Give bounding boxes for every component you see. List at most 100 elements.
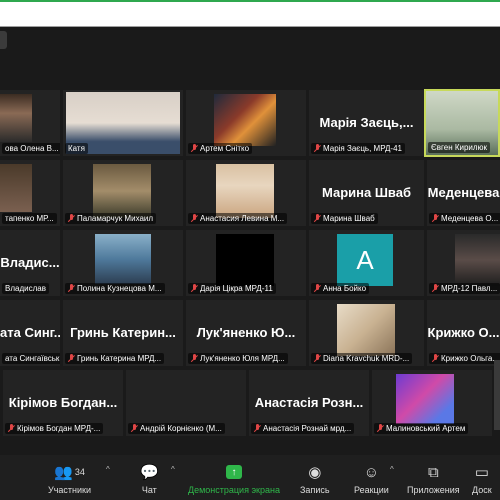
gallery-scrollbar[interactable]	[494, 360, 500, 430]
video-tile[interactable]: Андрій Корнієнко (М...	[126, 370, 246, 436]
participant-label: Євген Кирилюк	[428, 142, 491, 153]
participant-name-display: Кірімов Богдан...	[8, 394, 118, 410]
video-tile[interactable]: Полина Кузнецова М...	[63, 230, 183, 296]
participant-name-display: Марина Шваб	[322, 184, 411, 200]
mic-muted-icon	[8, 424, 15, 433]
participant-video	[396, 374, 454, 424]
participant-video	[214, 94, 276, 146]
participant-video	[337, 304, 395, 356]
video-tile[interactable]: Кірімов Богдан... Кірімов Богдан МРД-...	[3, 370, 123, 436]
whiteboard-button[interactable]: ▭ Доск	[472, 463, 492, 495]
avatar: A	[337, 234, 393, 286]
participant-label: Малиновський Артем	[374, 423, 469, 434]
mic-muted-icon	[432, 214, 439, 223]
meeting-toolbar: 👥 34 Участники ^ 💬 Чат ^ ↑ Демонстрация э…	[0, 455, 500, 500]
whiteboard-label: Доск	[472, 485, 492, 495]
record-label: Запись	[300, 485, 330, 495]
mic-muted-icon	[314, 214, 321, 223]
participant-label: Крижко Ольга...	[429, 353, 500, 364]
video-tile[interactable]: Дарія Цікра МРД-11	[186, 230, 306, 296]
video-tile[interactable]: Малиновський Артем	[372, 370, 492, 436]
top-accent-line	[0, 0, 500, 2]
participant-label: Марина Шваб	[311, 213, 378, 224]
participant-name-display: Анастасія Розн...	[254, 394, 364, 410]
video-tile[interactable]: Владис... Владислав	[0, 230, 60, 296]
sidebar-toggle[interactable]	[0, 31, 7, 49]
participant-label: Гринь Катерина МРД...	[65, 353, 165, 364]
participant-label: Паламарчук Михаил	[65, 213, 157, 224]
whiteboard-icon: ▭	[474, 464, 489, 481]
participant-name-display: Марія Заєць,...	[319, 114, 414, 130]
video-tile[interactable]: A Анна Бойко	[309, 230, 424, 296]
mic-muted-icon	[131, 424, 138, 433]
video-tile[interactable]: Артем Снітко	[186, 90, 306, 156]
apps-button[interactable]: ⧉ Приложения	[407, 463, 460, 496]
participant-label: ова Олена В...	[2, 143, 60, 154]
chat-label: Чат	[141, 485, 157, 495]
video-tile[interactable]: Катя	[63, 90, 183, 156]
participant-name-display: Крижко О...	[427, 324, 500, 340]
mic-muted-icon	[314, 144, 321, 153]
video-tile[interactable]: ата Синг... ата Сингаївськ...	[0, 300, 60, 366]
participant-label: Полина Кузнецова М...	[65, 283, 165, 294]
participants-icon: 👥	[54, 464, 73, 481]
mic-muted-icon	[68, 354, 75, 363]
participants-caret-icon[interactable]: ^	[106, 465, 110, 474]
participants-label: Участники	[48, 485, 91, 495]
share-screen-icon: ↑	[225, 465, 242, 479]
video-tile[interactable]: ова Олена В...	[0, 90, 60, 156]
participant-label: Катя	[65, 143, 88, 154]
participant-label: Марія Заєць, МРД-41	[311, 143, 405, 154]
participant-label: Дарія Цікра МРД-11	[188, 283, 276, 294]
video-tile[interactable]: Крижко О... Крижко Ольга...	[427, 300, 500, 366]
reactions-button[interactable]: ☺ Реакции	[354, 463, 389, 496]
participant-label: МРД-12 Павл...	[429, 283, 500, 294]
video-tile[interactable]: Меденцева Меденцева О...	[427, 160, 500, 226]
share-screen-button[interactable]: ↑ Демонстрация экрана	[188, 463, 280, 495]
participant-label: Кірімов Богдан МРД-...	[5, 423, 104, 434]
reactions-caret-icon[interactable]: ^	[390, 465, 394, 474]
video-tile[interactable]: Марина Шваб Марина Шваб	[309, 160, 424, 226]
mic-muted-icon	[314, 284, 321, 293]
participant-label: тапенко МР...	[2, 213, 57, 224]
participant-video	[0, 164, 32, 212]
video-tile[interactable]: Анастасія Розн... Анастасія Рознай мрд..…	[249, 370, 369, 436]
mic-muted-icon	[254, 424, 261, 433]
video-tile[interactable]: МРД-12 Павл...	[427, 230, 500, 296]
browser-top-bar	[0, 0, 500, 27]
active-speaker-tile[interactable]: Євген Кирилюк	[424, 89, 500, 157]
participant-label: Diana Kravchuk MRD-...	[311, 353, 413, 364]
chat-button[interactable]: 💬 Чат	[140, 463, 159, 495]
participant-label: Анастасия Левина М...	[188, 213, 288, 224]
participants-button[interactable]: 👥 34 Участники	[48, 463, 91, 495]
apps-label: Приложения	[407, 485, 460, 495]
participant-label: Андрій Корнієнко (М...	[128, 423, 225, 434]
mic-muted-icon	[191, 214, 198, 223]
participant-video	[95, 234, 151, 284]
video-tile[interactable]: Марія Заєць,... Марія Заєць, МРД-41	[309, 90, 424, 156]
participant-label: Владислав	[2, 283, 49, 294]
apps-icon: ⧉	[427, 463, 439, 481]
participant-name-display: Владис...	[0, 254, 60, 270]
mic-muted-icon	[377, 424, 384, 433]
participant-video	[216, 164, 274, 218]
participant-label: Лук'яненко Юля МРД...	[188, 353, 288, 364]
mic-muted-icon	[68, 214, 75, 223]
reactions-icon: ☺	[363, 463, 380, 481]
participant-name-display: Гринь Катерин...	[70, 324, 176, 340]
video-tile[interactable]: Паламарчук Михаил	[63, 160, 183, 226]
participants-count: 34	[74, 467, 85, 477]
video-tile[interactable]: Гринь Катерин... Гринь Катерина МРД...	[63, 300, 183, 366]
participant-name-display: Лук'яненко Ю...	[196, 324, 296, 340]
mic-muted-icon	[68, 284, 75, 293]
record-button[interactable]: ◉ Запись	[300, 463, 330, 495]
chat-caret-icon[interactable]: ^	[171, 465, 175, 474]
participant-label: Артем Снітко	[188, 143, 253, 154]
mic-muted-icon	[191, 354, 198, 363]
video-tile[interactable]: тапенко МР...	[0, 160, 60, 226]
video-tile[interactable]: Diana Kravchuk MRD-...	[309, 300, 424, 366]
reactions-label: Реакции	[354, 485, 389, 495]
video-tile[interactable]: Анастасия Левина М...	[186, 160, 306, 226]
video-tile[interactable]: Лук'яненко Ю... Лук'яненко Юля МРД...	[186, 300, 306, 366]
mic-muted-icon	[432, 354, 439, 363]
